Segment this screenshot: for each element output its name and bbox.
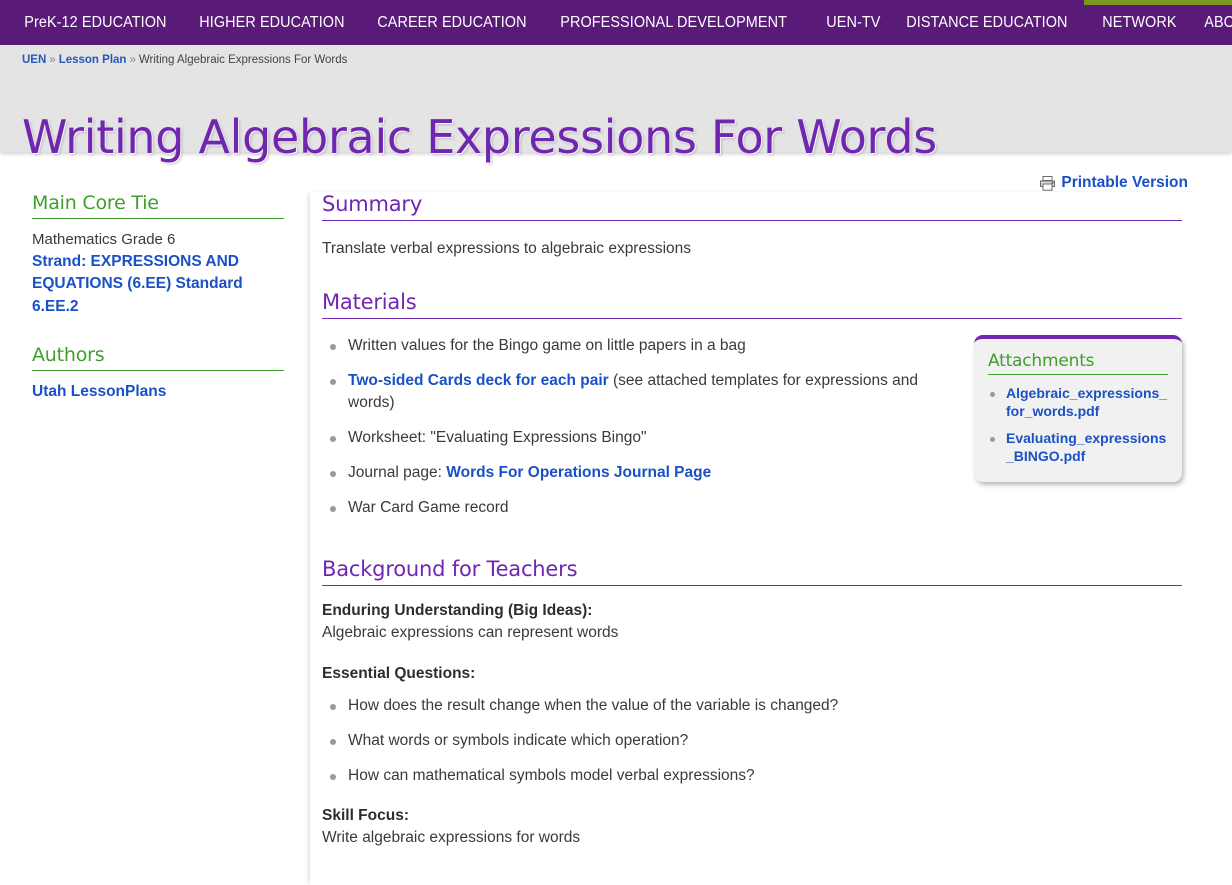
summary-text: Translate verbal expressions to algebrai… (322, 237, 1182, 260)
list-item: Two-sided Cards deck for each pair (see … (322, 370, 960, 414)
main-navigation-bar: PreK-12 EDUCATION HIGHER EDUCATION CAREE… (0, 0, 1232, 45)
attachments-heading: Attachments (988, 351, 1168, 375)
material-text-prefix: War Card Game record (348, 499, 509, 516)
materials-row: Written values for the Bingo game on lit… (322, 335, 1182, 519)
section-materials: Materials Written values for the Bingo g… (322, 290, 1182, 519)
page-body: Printable Version Main Core Tie Mathemat… (0, 152, 1232, 885)
enduring-understanding-label: Enduring Understanding (Big Ideas): (322, 602, 1182, 620)
enduring-understanding-block: Enduring Understanding (Big Ideas): Alge… (322, 602, 1182, 644)
list-item: How does the result change when the valu… (322, 695, 1182, 717)
material-text-prefix: Journal page: (348, 464, 446, 481)
nav-item-distance-education[interactable]: DISTANCE EDUCATION (896, 10, 1078, 36)
nav-item-professional-development[interactable]: PROFESSIONAL DEVELOPMENT (550, 10, 797, 36)
sidebar-grade-text: Mathematics Grade 6 (32, 229, 284, 251)
section-background-for-teachers: Background for Teachers Enduring Underst… (322, 557, 1182, 849)
list-item: Written values for the Bingo game on lit… (322, 335, 960, 357)
printer-icon (1039, 176, 1056, 191)
main-content-panel: Summary Translate verbal expressions to … (310, 192, 1200, 885)
material-link-journal-page[interactable]: Words For Operations Journal Page (446, 464, 711, 481)
section-heading-background-for-teachers: Background for Teachers (322, 557, 1182, 586)
material-link-two-sided-cards[interactable]: Two-sided Cards deck for each pair (348, 372, 609, 389)
breadcrumb-separator: » (46, 54, 58, 66)
section-heading-summary: Summary (322, 192, 1182, 221)
essential-questions-block: Essential Questions: How does the result… (322, 665, 1182, 787)
nav-item-network[interactable]: NETWORK (1092, 10, 1187, 36)
breadcrumb: UEN»Lesson Plan»Writing Algebraic Expres… (22, 54, 347, 66)
sidebar-heading-main-core-tie: Main Core Tie (32, 192, 284, 219)
skill-focus-text: Write algebraic expressions for words (322, 826, 1182, 849)
nav-item-uen-tv[interactable]: UEN-TV (816, 10, 891, 36)
essential-questions-list: How does the result change when the valu… (322, 695, 1182, 787)
essential-questions-label: Essential Questions: (322, 665, 1182, 683)
attachments-box: Attachments Algebraic_expressions_for_wo… (974, 335, 1182, 482)
list-item: How can mathematical symbols model verba… (322, 765, 1182, 787)
list-item: Worksheet: "Evaluating Expressions Bingo… (322, 427, 960, 449)
attachments-list: Algebraic_expressions_for_words.pdf Eval… (988, 385, 1168, 466)
breadcrumb-link-lesson-plan[interactable]: Lesson Plan (59, 54, 127, 66)
page-header-band: UEN»Lesson Plan»Writing Algebraic Expres… (0, 45, 1232, 152)
list-item: What words or symbols indicate which ope… (322, 730, 1182, 752)
list-item: Journal page: Words For Operations Journ… (322, 462, 960, 484)
enduring-understanding-text: Algebraic expressions can represent word… (322, 621, 1182, 644)
printable-version-link[interactable]: Printable Version (1039, 174, 1188, 192)
material-text-prefix: Written values for the Bingo game on lit… (348, 337, 746, 354)
section-summary: Summary Translate verbal expressions to … (322, 192, 1182, 260)
sidebar-heading-authors: Authors (32, 344, 284, 371)
sidebar-link-strand[interactable]: Strand: EXPRESSIONS AND EQUATIONS (6.EE)… (32, 251, 284, 318)
top-accent-strip (0, 0, 1232, 5)
page-title: Writing Algebraic Expressions For Words (22, 110, 937, 164)
list-item: War Card Game record (322, 497, 960, 519)
nav-item-career-education[interactable]: CAREER EDUCATION (367, 10, 537, 36)
skill-focus-label: Skill Focus: (322, 807, 1182, 825)
list-item: Algebraic_expressions_for_words.pdf (988, 385, 1168, 421)
nav-item-higher-education[interactable]: HIGHER EDUCATION (189, 10, 355, 36)
sidebar: Main Core Tie Mathematics Grade 6 Strand… (32, 192, 284, 404)
printable-version-label: Printable Version (1061, 174, 1188, 192)
section-heading-materials: Materials (322, 290, 1182, 319)
breadcrumb-link-uen[interactable]: UEN (22, 54, 46, 66)
material-text-prefix: Worksheet: "Evaluating Expressions Bingo… (348, 429, 646, 446)
list-item: Evaluating_expressions_BINGO.pdf (988, 430, 1168, 466)
attachment-link-algebraic-expressions-for-words[interactable]: Algebraic_expressions_for_words.pdf (1006, 385, 1168, 421)
nav-item-about-uen[interactable]: ABOUT UEN (1194, 10, 1232, 36)
top-accent-strip-green (1084, 0, 1232, 5)
attachment-link-evaluating-expressions-bingo[interactable]: Evaluating_expressions_BINGO.pdf (1006, 430, 1168, 466)
materials-list: Written values for the Bingo game on lit… (322, 335, 960, 519)
sidebar-link-author[interactable]: Utah LessonPlans (32, 381, 284, 403)
breadcrumb-separator: » (126, 54, 138, 66)
nav-item-prek12-education[interactable]: PreK-12 EDUCATION (14, 10, 177, 36)
breadcrumb-current-page: Writing Algebraic Expressions For Words (139, 54, 348, 66)
skill-focus-block: Skill Focus: Write algebraic expressions… (322, 807, 1182, 849)
